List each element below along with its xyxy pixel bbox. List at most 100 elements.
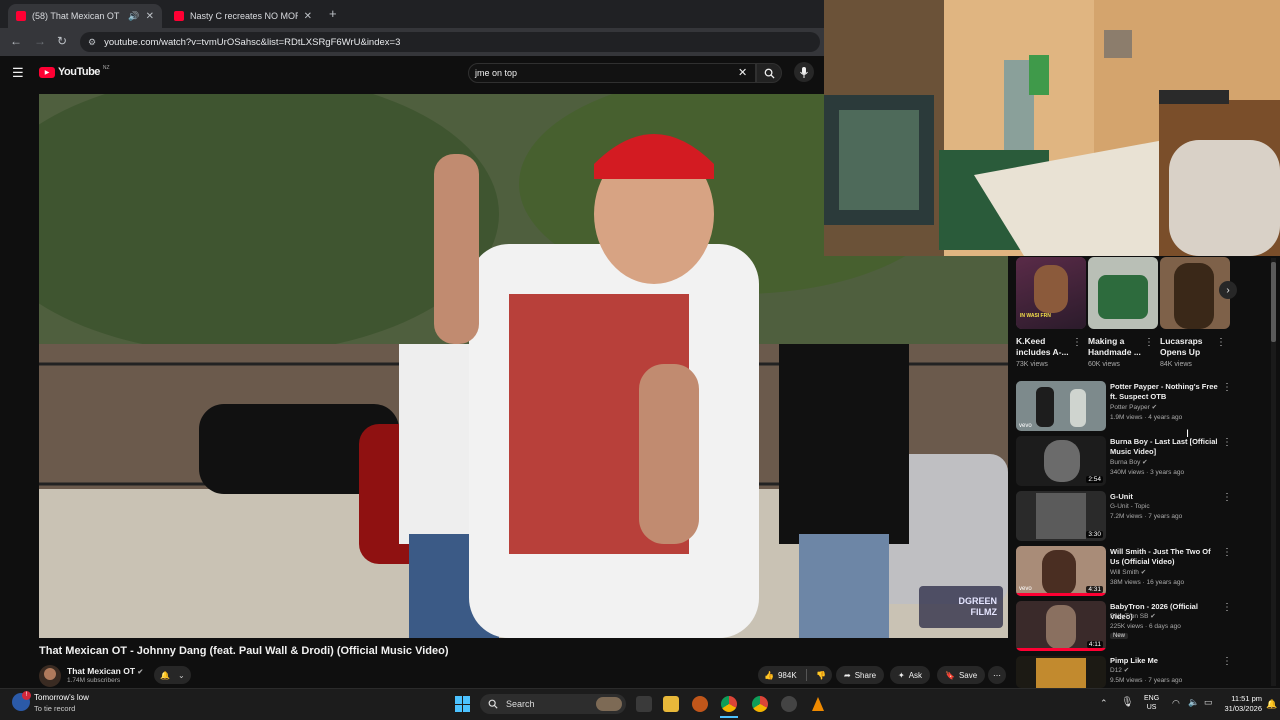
- like-count: 984K: [777, 670, 797, 680]
- microphone-icon: [800, 66, 808, 78]
- vlc-icon[interactable]: [810, 696, 826, 712]
- clock-time: 11:51 pm: [1231, 694, 1262, 703]
- chip-title[interactable]: K.Keed includes A-...: [1016, 336, 1076, 358]
- dislike-button[interactable]: 👎: [816, 671, 826, 680]
- menu-icon[interactable]: ☰: [12, 65, 24, 81]
- chip-title[interactable]: Making a Handmade ...: [1088, 336, 1148, 358]
- recommendation-meta: 9.5M views · 7 years ago: [1110, 677, 1183, 684]
- more-options-icon[interactable]: ⋮: [1222, 492, 1232, 503]
- more-options-icon[interactable]: ⋮: [1222, 547, 1232, 558]
- site-info-icon[interactable]: ⚙: [88, 37, 96, 48]
- weather-icon[interactable]: !: [12, 691, 31, 711]
- tab-title: Nasty C recreates NO MORE fr: [190, 11, 298, 21]
- file-explorer-icon[interactable]: [663, 696, 679, 712]
- weather-subtitle: To tie record: [34, 704, 76, 713]
- sidebar-scrollbar[interactable]: [1271, 258, 1276, 686]
- like-dislike-group: 👍 984K 👎: [758, 666, 832, 684]
- more-actions-button[interactable]: ⋯: [988, 666, 1006, 684]
- video-thumbnail[interactable]: 4:11: [1016, 601, 1106, 651]
- more-options-icon[interactable]: ⋮: [1072, 337, 1082, 348]
- recommendation-channel: Potter Payper ✔: [1110, 404, 1158, 411]
- app-icon[interactable]: [781, 696, 797, 712]
- wifi-icon[interactable]: ◠: [1172, 698, 1180, 709]
- video-thumbnail[interactable]: vevo: [1016, 381, 1106, 431]
- more-options-icon[interactable]: ⋮: [1216, 337, 1226, 348]
- reload-icon[interactable]: ↻: [57, 34, 67, 48]
- language-indicator[interactable]: ENG US: [1144, 694, 1159, 712]
- more-options-icon[interactable]: ⋮: [1222, 437, 1232, 448]
- clock[interactable]: 11:51 pm 31/03/2026: [1214, 694, 1262, 714]
- like-button[interactable]: 👍 984K: [764, 671, 797, 680]
- recommendation-title[interactable]: Potter Payper - Nothing's Free ft. Suspe…: [1110, 382, 1222, 402]
- new-tab-button[interactable]: +: [329, 6, 337, 21]
- chrome-icon[interactable]: [721, 696, 737, 712]
- recommendation-title[interactable]: G-Unit: [1110, 492, 1222, 502]
- scrollbar-thumb[interactable]: [1271, 262, 1276, 342]
- chip-title[interactable]: Lucasraps Opens Up: [1160, 336, 1220, 358]
- video-duration: 4:31: [1086, 586, 1103, 593]
- chevron-up-icon[interactable]: ⌃: [1100, 698, 1108, 709]
- verified-icon: ✔: [137, 669, 144, 676]
- video-thumbnail[interactable]: vevo 4:31: [1016, 546, 1106, 596]
- logo-text: YouTube: [58, 66, 100, 78]
- recommendation-title[interactable]: Will Smith - Just The Two Of Us (Officia…: [1110, 547, 1222, 567]
- channel-name[interactable]: That Mexican OT ✔: [67, 666, 143, 676]
- chips-next-icon[interactable]: ›: [1219, 281, 1237, 299]
- tab-nasty-c[interactable]: Nasty C recreates NO MORE fr ✕: [166, 4, 320, 28]
- microphone-icon[interactable]: 🎙: [1121, 697, 1134, 708]
- windows-start-icon[interactable]: [455, 696, 471, 712]
- weather-title[interactable]: Tomorrow's low: [34, 693, 89, 702]
- video-thumbnail[interactable]: 2:54: [1016, 436, 1106, 486]
- recommendation-title[interactable]: Burna Boy - Last Last [Official Music Vi…: [1110, 437, 1222, 457]
- active-app-indicator: [720, 716, 738, 718]
- new-badge: New: [1110, 633, 1129, 639]
- share-button[interactable]: ➦ Share: [836, 666, 885, 684]
- battery-icon[interactable]: ▭: [1204, 697, 1213, 708]
- forward-icon[interactable]: →: [34, 34, 46, 48]
- ask-label: Ask: [908, 670, 923, 680]
- ask-button[interactable]: ✦ Ask: [890, 666, 931, 684]
- address-bar[interactable]: ⚙ youtube.com/watch?v=tvmUrOSahsc&list=R…: [80, 32, 820, 52]
- taskbar-search[interactable]: Search: [480, 694, 626, 714]
- search-icon: [764, 68, 775, 79]
- close-tab-icon[interactable]: ✕: [304, 11, 312, 22]
- youtube-logo[interactable]: ▶ YouTube NZ: [39, 65, 110, 78]
- video-thumbnail[interactable]: 3:30: [1016, 491, 1106, 541]
- search-highlight-icon: [596, 697, 622, 711]
- more-options-icon[interactable]: ⋮: [1222, 656, 1232, 667]
- chip-views: 60K views: [1088, 361, 1120, 368]
- recommendation-channel: Will Smith ✔: [1110, 569, 1147, 576]
- more-options-icon[interactable]: ⋮: [1222, 382, 1232, 393]
- close-tab-icon[interactable]: ✕: [146, 11, 154, 22]
- tab-active-video[interactable]: (58) That Mexican OT - Joh 🔊 ✕: [8, 4, 162, 28]
- chip-thumbnail[interactable]: [1088, 257, 1158, 329]
- more-options-icon[interactable]: ⋮: [1144, 337, 1154, 348]
- chrome-icon[interactable]: [752, 696, 768, 712]
- notification-bell-icon[interactable]: 🔔: [1266, 699, 1277, 710]
- vevo-mark: vevo: [1019, 423, 1032, 429]
- thumbs-up-icon: 👍: [764, 670, 774, 680]
- task-view-icon[interactable]: [636, 696, 652, 712]
- volume-icon[interactable]: 🔈: [1188, 697, 1199, 708]
- channel-avatar[interactable]: [39, 665, 61, 687]
- save-button[interactable]: 🔖 Save: [937, 666, 986, 684]
- video-thumbnail[interactable]: [1016, 656, 1106, 688]
- save-label: Save: [958, 670, 978, 680]
- chip-thumbnail[interactable]: IN WASI FRN: [1016, 257, 1086, 329]
- search-input[interactable]: jme on top: [468, 63, 756, 83]
- more-options-icon[interactable]: ⋮: [1222, 602, 1232, 613]
- chip-views: 84K views: [1160, 361, 1192, 368]
- app-icon[interactable]: [692, 696, 708, 712]
- back-icon[interactable]: ←: [10, 34, 22, 48]
- subscribed-button[interactable]: 🔔 ⌄: [154, 666, 191, 684]
- recommendation-meta: 340M views · 3 years ago: [1110, 469, 1185, 476]
- speaker-icon[interactable]: 🔊: [128, 11, 139, 22]
- voice-search-button[interactable]: [794, 62, 814, 82]
- recommendation-title[interactable]: Pimp Like Me: [1110, 656, 1222, 666]
- clear-search-icon[interactable]: ✕: [738, 66, 747, 79]
- search-button[interactable]: [756, 63, 782, 83]
- chip-views: 73K views: [1016, 361, 1048, 368]
- recommendation-channel: G-Unit - Topic: [1110, 503, 1150, 510]
- logo-region: NZ: [102, 65, 110, 71]
- bookmark-icon: 🔖: [945, 670, 955, 680]
